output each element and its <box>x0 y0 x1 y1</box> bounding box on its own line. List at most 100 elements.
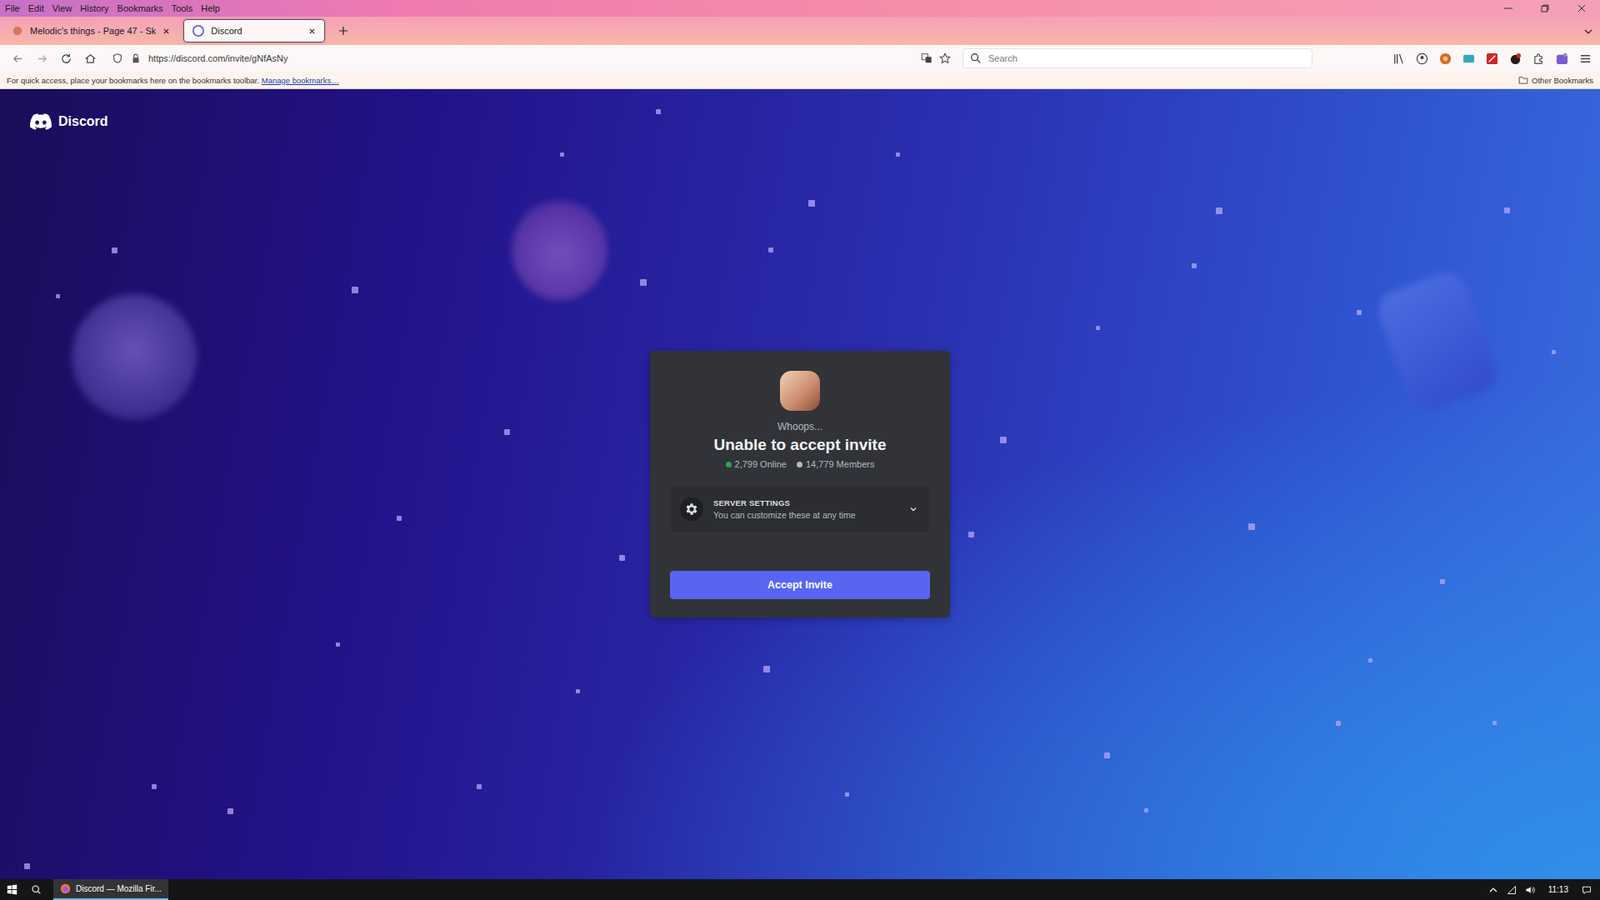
address-bar[interactable]: https://discord.com/invite/gNfAsNy <box>105 48 958 69</box>
star-decoration <box>111 247 118 254</box>
network-icon[interactable] <box>1506 885 1517 895</box>
server-settings[interactable]: SERVER SETTINGSYou can customize these a… <box>670 485 930 533</box>
url-text: https://discord.com/invite/gNfAsNy <box>148 53 915 64</box>
star-decoration <box>895 152 900 157</box>
tab-label: Melodic's things - Page 47 - Sk <box>30 25 156 36</box>
search-bar[interactable]: Search <box>962 48 1313 69</box>
taskbar-task[interactable]: Discord — Mozilla Fir... <box>53 879 169 900</box>
star-decoration <box>560 152 565 157</box>
system-tray: 11:13 <box>1488 885 1600 895</box>
windows-start-icon[interactable] <box>0 884 25 895</box>
volume-icon[interactable] <box>1525 885 1535 895</box>
browser-header: File Edit View History Bookmarks Tools Help Mel… <box>0 0 1600 90</box>
page-favicon-icon <box>11 25 24 37</box>
reload-icon[interactable] <box>56 52 76 65</box>
stat: 14,779 Members <box>796 459 875 470</box>
tab-label: Discord <box>210 25 302 36</box>
folder-icon <box>1518 75 1529 85</box>
toolbar-icons <box>1317 52 1592 65</box>
extension-dark-icon[interactable] <box>1509 52 1522 65</box>
planet-decoration <box>71 294 197 420</box>
other-bookmarks[interactable]: Other Bookmarks <box>1518 75 1594 85</box>
star-decoration <box>1551 350 1556 355</box>
menu-item[interactable]: Edit <box>28 3 45 14</box>
menu-item[interactable]: Tools <box>171 3 194 14</box>
star-decoration <box>1191 263 1197 269</box>
star-decoration <box>1492 720 1497 725</box>
menu-item[interactable]: Help <box>200 3 220 14</box>
menu-item[interactable]: Bookmarks <box>117 3 164 14</box>
menu-item[interactable]: File <box>5 3 20 14</box>
star-decoration <box>1215 207 1223 215</box>
clock[interactable]: 11:13 <box>1543 885 1574 895</box>
extension-orange-icon[interactable] <box>1439 52 1452 65</box>
tray-chevron-icon[interactable] <box>1488 885 1499 895</box>
tab-close-icon[interactable] <box>308 27 316 35</box>
star-decoration <box>476 784 482 790</box>
stat: 2,799 Online <box>725 459 787 470</box>
settings-title: SERVER SETTINGS <box>713 498 899 508</box>
tracking-shield-icon[interactable] <box>111 52 124 65</box>
menu-item[interactable]: History <box>80 3 109 14</box>
lock-icon[interactable] <box>130 52 142 65</box>
library-icon[interactable] <box>1392 52 1405 65</box>
search-placeholder: Search <box>988 53 1018 64</box>
potion-decoration <box>511 200 608 300</box>
extension-purple-icon[interactable] <box>1555 52 1569 65</box>
discord-page: Discord Whoops... Unable to accept invite 2… <box>0 89 1600 880</box>
cube-decoration <box>1373 266 1503 416</box>
firefox-icon <box>60 883 71 895</box>
tab[interactable]: Discord <box>183 19 325 43</box>
extension-red-icon[interactable] <box>1485 52 1499 65</box>
account-icon[interactable] <box>1415 52 1429 65</box>
task-label: Discord — Mozilla Fir... <box>75 884 162 894</box>
bookmark-star-icon[interactable] <box>939 52 951 65</box>
bookmarks-bar: For quick access, place your bookmarks h… <box>0 71 1600 90</box>
accept-invite-button[interactable]: Accept Invite <box>670 570 930 600</box>
stat-dot <box>796 461 803 468</box>
star-decoration <box>763 665 770 673</box>
star-decoration <box>396 515 402 521</box>
translate-icon[interactable] <box>920 52 933 65</box>
forward-icon[interactable] <box>32 52 52 65</box>
search-icon[interactable] <box>24 884 49 895</box>
back-icon[interactable] <box>8 52 28 65</box>
expand-chevron-icon[interactable] <box>908 504 919 515</box>
invite-card: Whoops... Unable to accept invite 2,799 On… <box>650 350 950 618</box>
app-menu-icon[interactable] <box>1579 52 1592 65</box>
new-tab-icon[interactable] <box>338 25 349 36</box>
gear-icon <box>684 501 700 517</box>
star-decoration <box>351 286 359 294</box>
restore-icon[interactable] <box>1526 0 1564 17</box>
star-decoration <box>1504 207 1510 214</box>
manage-bookmarks-link[interactable]: Manage bookmarks… <box>261 75 340 85</box>
navigation-bar: https://discord.com/invite/gNfAsNy Search <box>0 45 1600 72</box>
minimize-icon[interactable] <box>1490 0 1527 17</box>
notifications-icon[interactable] <box>1581 885 1592 895</box>
discord-clyde-icon <box>30 110 52 133</box>
star-decoration <box>640 279 647 286</box>
bookmarks-hint: For quick access, place your bookmarks h… <box>6 75 340 85</box>
tab[interactable]: Melodic's things - Page 47 - Sk <box>3 19 179 43</box>
menu-item[interactable]: View <box>52 3 73 14</box>
window-controls <box>1490 0 1600 17</box>
tab-list-chevron-icon[interactable] <box>1583 26 1594 37</box>
extensions-puzzle-icon[interactable] <box>1532 52 1545 65</box>
discord-logo[interactable]: Discord <box>30 110 109 133</box>
extension-teal-icon[interactable] <box>1462 52 1475 65</box>
star-decoration <box>24 863 30 870</box>
server-avatar <box>780 370 820 411</box>
star-decoration <box>1104 752 1110 759</box>
stat-dot <box>725 461 732 468</box>
star-decoration <box>151 784 157 790</box>
taskbar: Discord — Mozilla Fir... 11:13 <box>0 879 1600 900</box>
tab-close-icon[interactable] <box>162 27 170 35</box>
invite-title: Unable to accept invite <box>714 435 887 455</box>
star-decoration <box>619 555 625 561</box>
star-decoration <box>335 642 340 647</box>
home-icon[interactable] <box>80 52 100 65</box>
star-decoration <box>55 294 60 299</box>
invite-subtitle: Whoops... <box>777 420 823 433</box>
close-icon[interactable] <box>1563 0 1600 17</box>
star-decoration <box>227 808 234 815</box>
